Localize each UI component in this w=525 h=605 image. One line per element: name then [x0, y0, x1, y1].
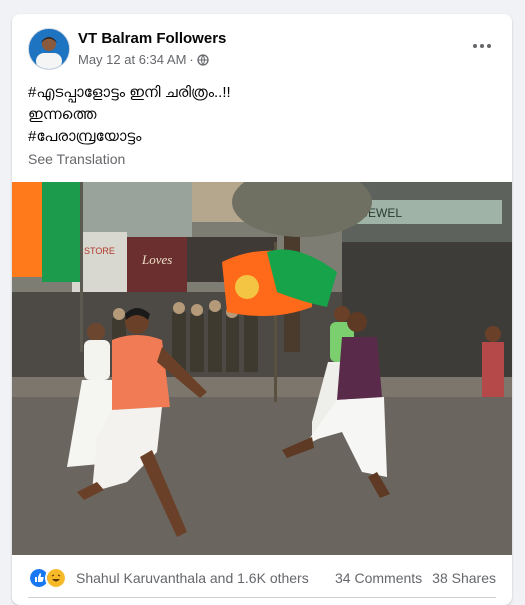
globe-icon: [197, 53, 209, 66]
more-options-icon[interactable]: [468, 36, 496, 56]
shares-count[interactable]: 38 Shares: [432, 570, 496, 586]
post-header: VT Balram Followers May 12 at 6:34 AM ·: [28, 28, 496, 72]
page-avatar[interactable]: [28, 28, 70, 70]
reactions[interactable]: [28, 567, 67, 589]
comments-count[interactable]: 34 Comments: [335, 570, 422, 586]
shop-sign-store: STORE: [84, 246, 115, 256]
post-photo[interactable]: JEWEL Loves STORE: [12, 182, 512, 555]
post-timestamp[interactable]: May 12 at 6:34 AM: [78, 52, 186, 67]
post-footer: Shahul Karuvanthala and 1.6K others 34 C…: [28, 566, 496, 590]
caption-line: ഇന്നത്തെ: [28, 106, 97, 123]
haha-reaction-icon: [45, 567, 67, 589]
page-name[interactable]: VT Balram Followers: [78, 30, 226, 47]
reaction-count[interactable]: Shahul Karuvanthala and 1.6K others: [76, 570, 309, 586]
see-translation-link[interactable]: See Translation: [28, 151, 125, 167]
meta-separator: ·: [189, 52, 194, 67]
post-caption: #എടപ്പാളോട്ടം ഇനി ചരിത്രം..!! ഇന്നത്തെ #…: [28, 82, 496, 148]
caption-line: #എടപ്പാളോട്ടം ഇനി ചരിത്രം..!!: [28, 84, 231, 101]
post-meta: May 12 at 6:34 AM ·: [78, 52, 209, 67]
shop-sign-loves: Loves: [141, 252, 172, 267]
post-card: VT Balram Followers May 12 at 6:34 AM · …: [12, 14, 512, 605]
footer-divider: [28, 597, 496, 598]
caption-line: #പേരാമ്പ്രയോട്ടം: [28, 128, 142, 145]
